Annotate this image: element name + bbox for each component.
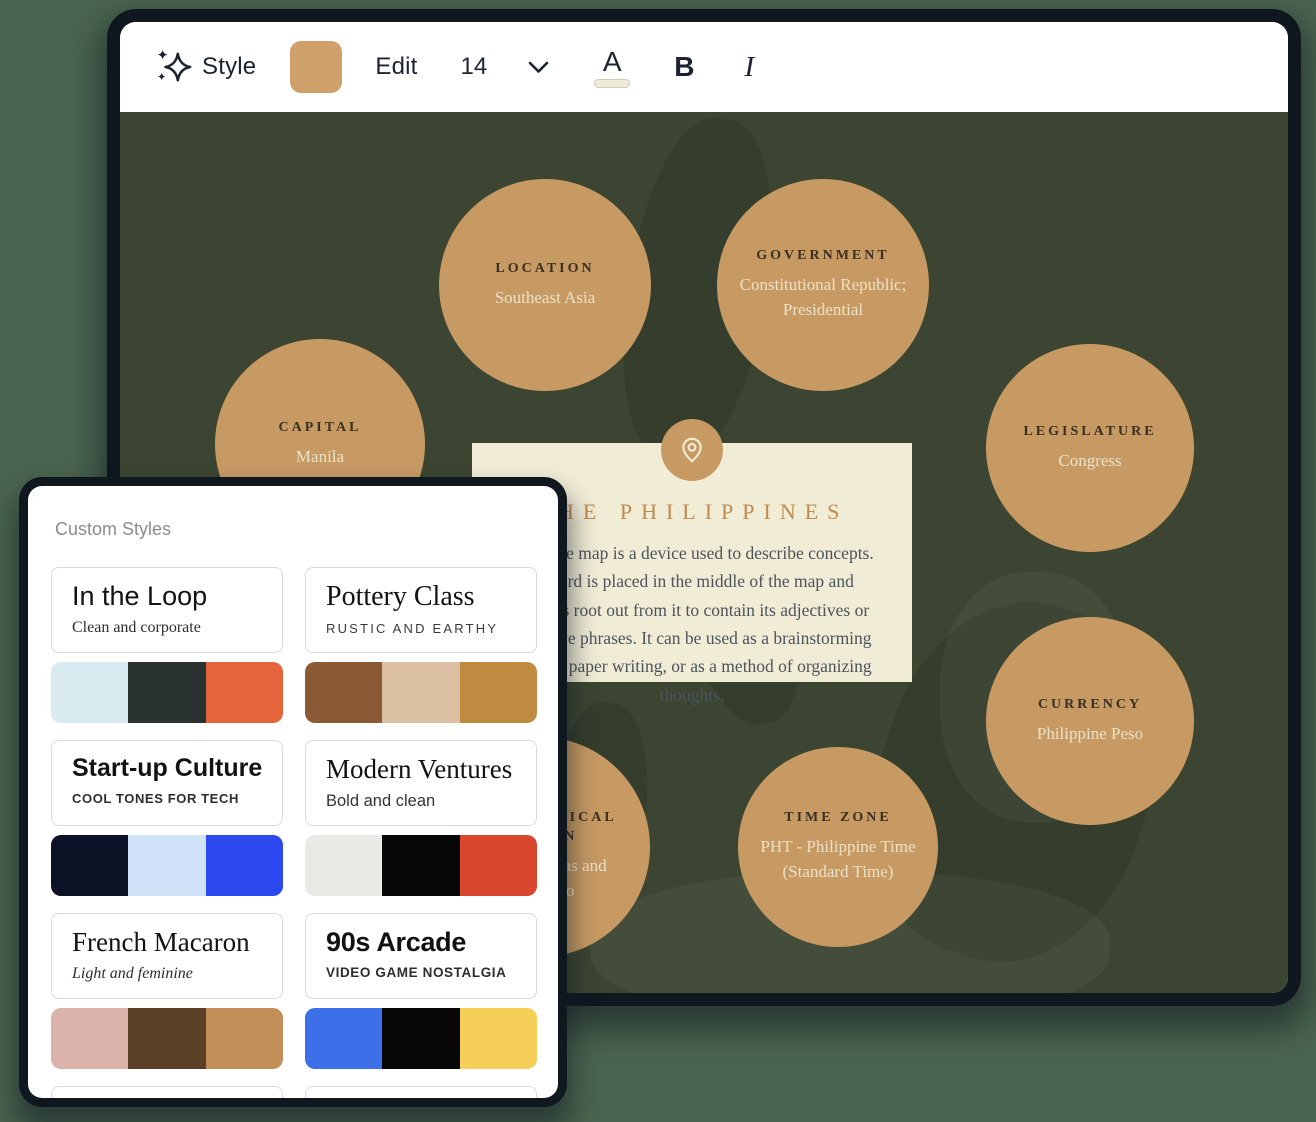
palette-swatch	[382, 662, 459, 723]
palette-swatch	[51, 835, 128, 896]
fill-color-swatch-button[interactable]	[290, 41, 342, 93]
font-size-dropdown[interactable]	[525, 56, 552, 78]
bubble-timezone[interactable]: TIME ZONE PHT - Philippine Time (Standar…	[738, 747, 938, 947]
palette-swatch	[382, 835, 459, 896]
style-button-label: Style	[202, 53, 256, 81]
custom-styles-panel: Custom Styles In the Loop Clean and corp…	[28, 486, 558, 1098]
center-card-body: A bubble map is a device used to describ…	[506, 539, 878, 709]
style-card-name: Pottery Class	[326, 581, 536, 613]
style-card-tagline: COOL TONES FOR TECH	[72, 791, 282, 806]
style-card-tagline: Clean and corporate	[72, 619, 282, 637]
palette-swatch	[206, 662, 283, 723]
style-cell: In the Loop Clean and corporate	[51, 567, 283, 723]
bubble-legislature[interactable]: LEGISLATURE Congress	[986, 344, 1194, 552]
bubble-government[interactable]: GOVERNMENT Constitutional Republic; Pres…	[717, 179, 929, 391]
style-card-tagline: Light and feminine	[72, 965, 282, 983]
style-button[interactable]: Style	[155, 48, 256, 86]
style-card-tagline: Bold and clean	[326, 792, 536, 811]
style-card-partial[interactable]	[51, 1086, 283, 1098]
bubble-location[interactable]: LOCATION Southeast Asia	[439, 179, 651, 391]
style-cell: 90s Arcade VIDEO GAME NOSTALGIA	[305, 913, 537, 1069]
palette-swatch	[51, 662, 128, 723]
style-card-name: French Macaron	[72, 927, 282, 958]
palette-90s-arcade[interactable]	[305, 1008, 537, 1069]
style-card-partial[interactable]	[305, 1086, 537, 1098]
text-color-swatch	[594, 79, 630, 88]
palette-start-up-culture[interactable]	[51, 835, 283, 896]
palette-swatch	[51, 1008, 128, 1069]
location-pin-icon	[675, 433, 709, 467]
bubble-label: LEGISLATURE	[1023, 423, 1156, 442]
palette-swatch	[305, 1008, 382, 1069]
italic-button[interactable]: I	[744, 51, 754, 84]
sparkles-icon	[155, 48, 193, 86]
location-pin-badge[interactable]	[661, 419, 723, 481]
font-size-value[interactable]: 14	[461, 53, 488, 81]
text-toolbar: Style Edit 14 A B I	[120, 22, 1288, 112]
style-card-tagline: VIDEO GAME NOSTALGIA	[326, 965, 536, 980]
palette-in-the-loop[interactable]	[51, 662, 283, 723]
palette-swatch	[460, 835, 537, 896]
palette-swatch	[382, 1008, 459, 1069]
bubble-label: GOVERNMENT	[756, 247, 889, 266]
style-cell: Pottery Class RUSTIC AND EARTHY	[305, 567, 537, 723]
palette-swatch	[460, 662, 537, 723]
bubble-value: PHT - Philippine Time (Standard Time)	[756, 834, 920, 885]
bubble-value: Congress	[1058, 448, 1121, 474]
bubble-value: Southeast Asia	[495, 285, 596, 311]
bold-button[interactable]: B	[674, 51, 694, 83]
palette-swatch	[128, 1008, 205, 1069]
bubble-label: CURRENCY	[1038, 696, 1142, 715]
style-cell: Modern Ventures Bold and clean	[305, 740, 537, 896]
bubble-currency[interactable]: CURRENCY Philippine Peso	[986, 617, 1194, 825]
bubble-value: Philippine Peso	[1037, 721, 1143, 747]
style-card-in-the-loop[interactable]: In the Loop Clean and corporate	[51, 567, 283, 653]
style-card-90s-arcade[interactable]: 90s Arcade VIDEO GAME NOSTALGIA	[305, 913, 537, 999]
palette-modern-ventures[interactable]	[305, 835, 537, 896]
text-color-icon: A	[603, 47, 622, 77]
palette-pottery-class[interactable]	[305, 662, 537, 723]
style-card-name: In the Loop	[72, 581, 282, 612]
style-card-french-macaron[interactable]: French Macaron Light and feminine	[51, 913, 283, 999]
panel-title: Custom Styles	[55, 519, 558, 540]
style-card-name: Modern Ventures	[326, 754, 536, 785]
bubble-value: Constitutional Republic; Presidential	[739, 272, 907, 323]
palette-swatch	[305, 835, 382, 896]
style-card-name: 90s Arcade	[326, 927, 536, 958]
style-card-name: Start-up Culture	[72, 754, 282, 783]
style-cards-grid: In the Loop Clean and corporate Pottery …	[51, 567, 537, 1098]
palette-swatch	[206, 835, 283, 896]
style-card-start-up-culture[interactable]: Start-up Culture COOL TONES FOR TECH	[51, 740, 283, 826]
bubble-label: TIME ZONE	[784, 809, 892, 828]
palette-swatch	[128, 835, 205, 896]
palette-swatch	[206, 1008, 283, 1069]
style-card-tagline: RUSTIC AND EARTHY	[326, 621, 536, 636]
style-cell: Start-up Culture COOL TONES FOR TECH	[51, 740, 283, 896]
palette-swatch	[128, 662, 205, 723]
palette-french-macaron[interactable]	[51, 1008, 283, 1069]
bubble-value: Manila	[296, 444, 344, 470]
bubble-label: CAPITAL	[279, 419, 362, 438]
bubble-label: LOCATION	[495, 260, 594, 279]
edit-button[interactable]: Edit	[375, 53, 417, 81]
style-card-modern-ventures[interactable]: Modern Ventures Bold and clean	[305, 740, 537, 826]
style-cell: French Macaron Light and feminine	[51, 913, 283, 1069]
chevron-down-icon	[525, 56, 552, 78]
palette-swatch	[305, 662, 382, 723]
style-card-pottery-class[interactable]: Pottery Class RUSTIC AND EARTHY	[305, 567, 537, 653]
palette-swatch	[460, 1008, 537, 1069]
text-color-button[interactable]: A	[594, 47, 630, 88]
